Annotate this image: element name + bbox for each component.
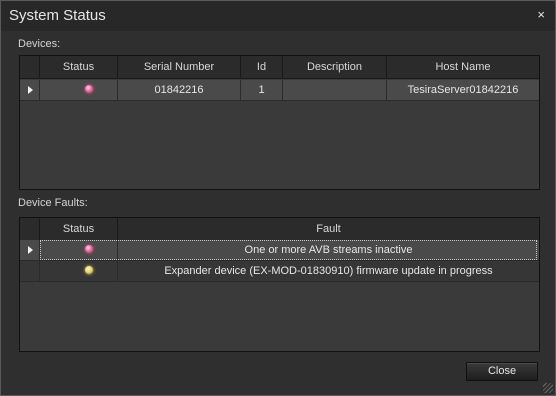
device-status-cell	[40, 80, 118, 100]
column-header-id[interactable]: Id	[241, 56, 283, 78]
close-icon[interactable]: ×	[537, 7, 545, 22]
column-header-serial-number[interactable]: Serial Number	[118, 56, 241, 78]
device-serial-number: 01842216	[118, 80, 241, 100]
fault-status-cell	[40, 261, 118, 281]
triangle-right-icon	[28, 86, 33, 94]
device-description	[283, 80, 387, 100]
window-title: System Status	[9, 7, 106, 24]
row-indicator	[20, 240, 40, 260]
column-header-fault[interactable]: Fault	[118, 218, 539, 240]
fault-row[interactable]: One or more AVB streams inactive	[20, 240, 539, 261]
row-indicator	[20, 80, 40, 100]
devices-label: Devices:	[18, 38, 61, 50]
led-indicator-icon	[85, 266, 93, 274]
fault-status-cell	[40, 240, 118, 260]
column-header-status[interactable]: Status	[40, 218, 118, 240]
title-bar[interactable]: System Status ×	[1, 1, 555, 31]
device-host-name: TesiraServer01842216	[407, 84, 519, 96]
resize-grip-icon[interactable]	[543, 383, 553, 393]
fault-description: One or more AVB streams inactive	[244, 244, 413, 256]
fault-description: Expander device (EX-MOD-01830910) firmwa…	[164, 265, 493, 277]
device-faults-label: Device Faults:	[18, 197, 88, 209]
device-faults-grid[interactable]: Status Fault One or more AVB streams ina…	[19, 217, 540, 352]
column-header-status[interactable]: Status	[40, 56, 118, 78]
system-status-window: System Status × Devices: Status Serial N…	[0, 0, 556, 396]
faults-grid-header: Status Fault	[20, 218, 539, 241]
devices-header-indicator	[20, 56, 40, 78]
column-header-host-name[interactable]: Host Name	[387, 56, 539, 78]
device-id: 1	[241, 80, 283, 100]
device-row[interactable]: 01842216 1 TesiraServer01842216	[20, 80, 539, 101]
devices-grid[interactable]: Status Serial Number Id Description Host…	[19, 55, 540, 190]
faults-header-indicator	[20, 218, 40, 240]
close-button[interactable]: Close	[466, 362, 538, 381]
triangle-right-icon	[28, 246, 33, 254]
led-indicator-icon	[85, 245, 93, 253]
column-header-description[interactable]: Description	[283, 56, 387, 78]
led-indicator-icon	[85, 85, 93, 93]
devices-grid-header: Status Serial Number Id Description Host…	[20, 56, 539, 79]
fault-row[interactable]: Expander device (EX-MOD-01830910) firmwa…	[20, 261, 539, 282]
row-indicator	[20, 261, 40, 281]
